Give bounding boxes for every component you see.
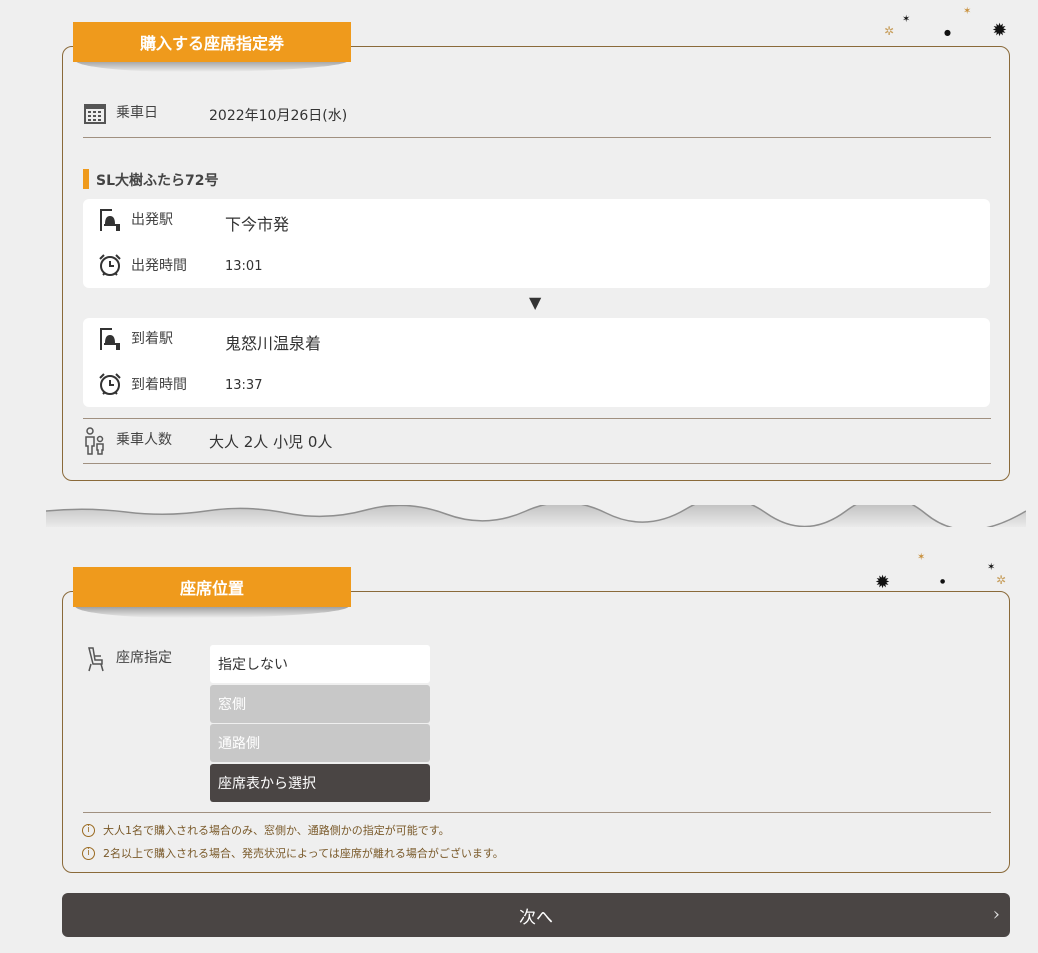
ride-date-label: 乗車日 <box>116 105 158 121</box>
seat-option-aisle: 通路側 <box>210 724 430 762</box>
divider <box>83 812 991 813</box>
calendar-icon <box>84 104 106 124</box>
sparkle-icon: ✶ <box>987 562 996 573</box>
sparkle-icon: ✶ <box>902 14 911 25</box>
down-arrow-icon: ▼ <box>529 293 542 312</box>
train-name: SL大樹ふたら72号 <box>96 173 219 189</box>
info-note: i 2名以上で購入される場合、発売状況によっては座席が離れる場合がございます。 <box>82 845 504 861</box>
seat-option-no-preference[interactable]: 指定しない <box>210 645 430 683</box>
train-name-marker <box>83 169 89 189</box>
sparkle-icon: ✲ <box>884 24 895 38</box>
info-note: i 大人1名で購入される場合のみ、窓側か、通路側かの指定が可能です。 <box>82 822 450 838</box>
passengers-value: 大人 2人 小児 0人 <box>209 433 333 451</box>
arrival-time-label: 到着時間 <box>131 377 187 393</box>
sparkle-icon: ● <box>944 28 951 37</box>
divider <box>83 418 991 419</box>
alarm-clock-icon <box>99 254 121 276</box>
next-button[interactable]: 次へ › <box>62 893 1010 937</box>
seat-option-select-from-map[interactable]: 座席表から選択 <box>210 764 430 802</box>
section-title-seat-position: 座席位置 <box>73 567 351 607</box>
section-title-tickets: 購入する座席指定券 <box>73 22 351 62</box>
bell-station-icon <box>100 209 120 231</box>
info-icon: i <box>82 823 95 837</box>
departure-station-value: 下今市発 <box>225 215 290 234</box>
sparkle-icon: ✶ <box>917 552 926 563</box>
ride-date-value: 2022年10月26日(水) <box>209 108 348 124</box>
torn-paper-divider <box>46 505 1026 527</box>
info-note-text: 大人1名で購入される場合のみ、窓側か、通路側かの指定が可能です。 <box>103 824 450 837</box>
seat-icon <box>88 647 104 672</box>
arrival-station-value: 鬼怒川温泉着 <box>225 334 322 353</box>
bell-station-icon <box>100 328 120 350</box>
info-icon: i <box>82 846 95 860</box>
divider <box>83 463 991 464</box>
sparkle-icon: ● <box>940 578 946 585</box>
departure-time-value: 13:01 <box>225 259 263 274</box>
sparkle-icon: ✶ <box>963 6 972 17</box>
departure-time-label: 出発時間 <box>131 258 187 274</box>
sparkle-icon: ✲ <box>996 573 1007 587</box>
info-note-text: 2名以上で購入される場合、発売状況によっては座席が離れる場合がございます。 <box>103 847 504 860</box>
next-button-label: 次へ <box>519 907 553 928</box>
seat-option-window: 窓側 <box>210 685 430 723</box>
seat-designation-label: 座席指定 <box>116 650 172 666</box>
alarm-clock-icon <box>99 373 121 395</box>
departure-card <box>83 199 990 288</box>
arrival-card <box>83 318 990 407</box>
departure-station-label: 出発駅 <box>131 212 173 228</box>
chevron-right-icon: › <box>992 904 1000 925</box>
sparkle-icon: ✹ <box>992 20 1008 41</box>
arrival-station-label: 到着駅 <box>131 331 173 347</box>
arrival-time-value: 13:37 <box>225 378 263 393</box>
divider <box>83 137 991 138</box>
sparkle-icon: ✹ <box>875 572 891 593</box>
people-icon <box>85 427 104 455</box>
passengers-label: 乗車人数 <box>116 432 172 448</box>
